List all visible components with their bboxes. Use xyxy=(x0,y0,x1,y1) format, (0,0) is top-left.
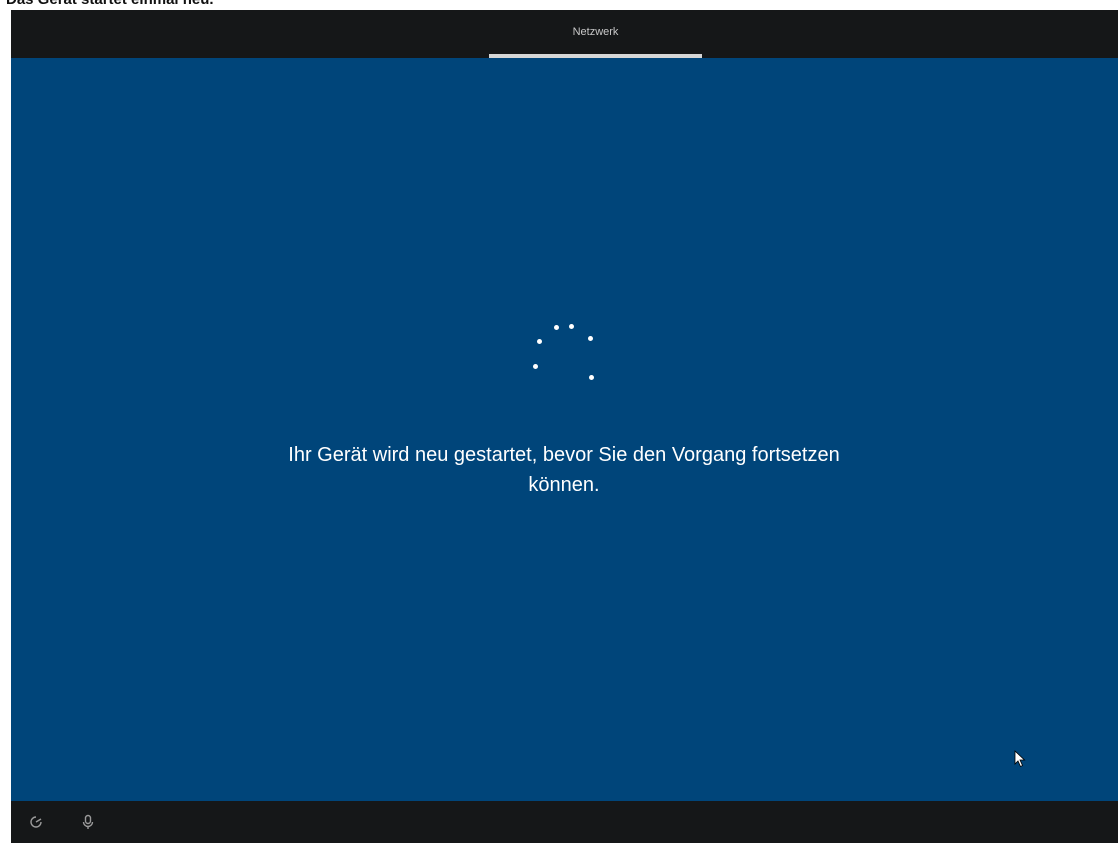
loading-spinner-icon xyxy=(525,322,595,392)
microphone-icon xyxy=(82,814,94,829)
spinner-dot xyxy=(589,375,594,380)
tab-network[interactable]: Netzwerk xyxy=(489,10,702,58)
spinner-dot xyxy=(533,364,538,369)
spinner-dot xyxy=(537,339,542,344)
ease-of-access-icon xyxy=(30,816,42,828)
page-caption: Das Gerät startet einmal neu. xyxy=(6,0,214,8)
mouse-cursor-icon xyxy=(1014,750,1026,768)
spinner-dot xyxy=(569,324,574,329)
spinner-dot xyxy=(554,325,559,330)
restart-message: Ihr Gerät wird neu gestartet, bevor Sie … xyxy=(288,444,840,496)
top-bar: Netzwerk xyxy=(11,10,1118,58)
spinner-dot xyxy=(588,336,593,341)
ease-of-access-button[interactable] xyxy=(25,811,47,833)
bottom-bar xyxy=(11,801,1118,843)
microphone-button[interactable] xyxy=(77,811,99,833)
tab-active-indicator xyxy=(489,54,702,58)
oobe-screen: Netzwerk Ihr Gerät wird neu gestartet, b… xyxy=(11,10,1118,843)
tab-network-label: Netzwerk xyxy=(572,26,619,38)
